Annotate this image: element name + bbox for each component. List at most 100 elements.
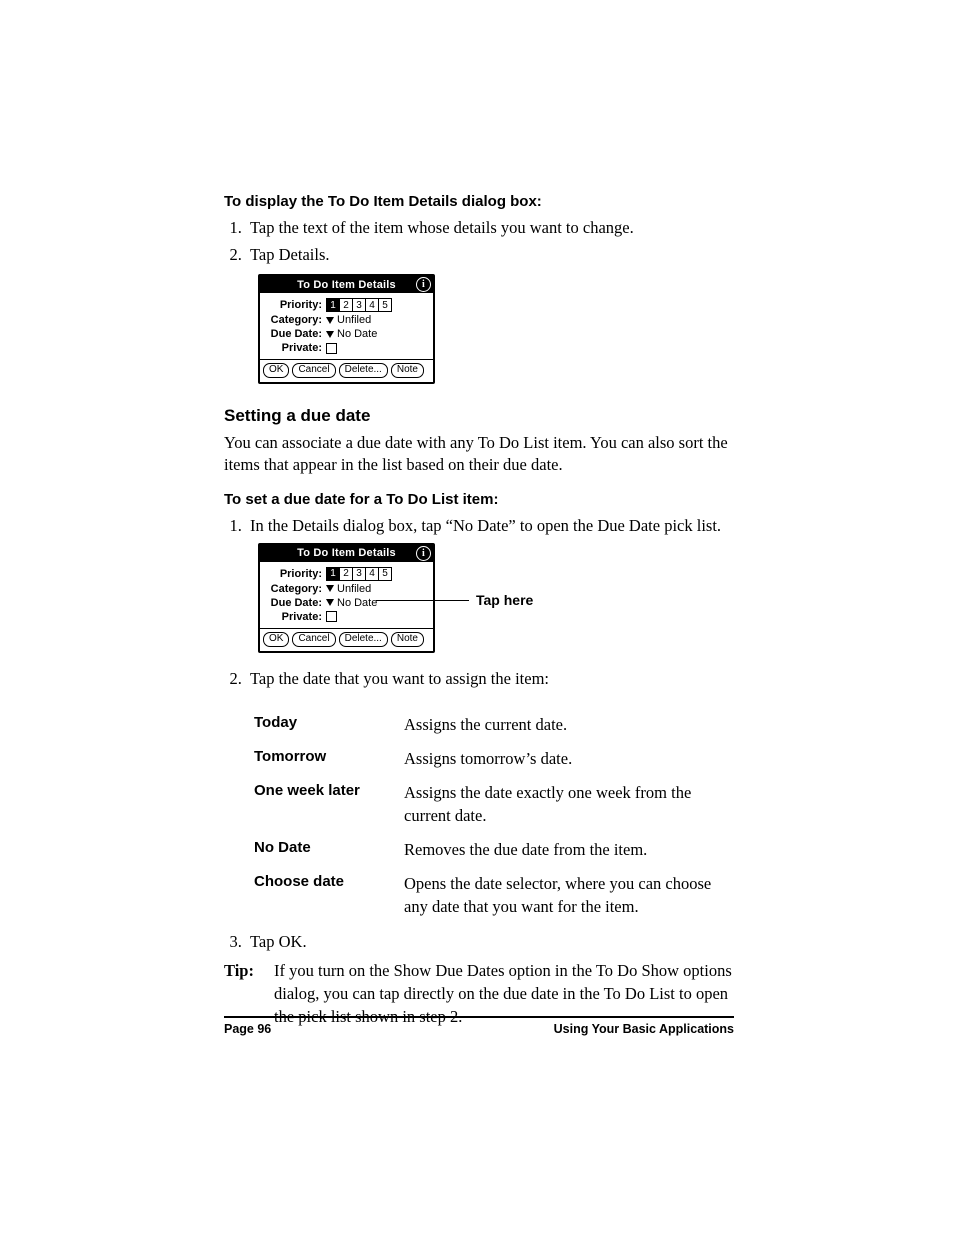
private-label: Private:	[264, 342, 326, 354]
date-options-table: Today Assigns the current date. Tomorrow…	[254, 708, 724, 924]
section-intro: You can associate a due date with any To…	[224, 432, 734, 477]
info-icon[interactable]: i	[416, 277, 431, 292]
steps-list-2-cont: Tap the date that you want to assign the…	[224, 667, 734, 690]
priority-option[interactable]: 5	[379, 299, 391, 311]
category-row: Category: Unfiled	[264, 313, 429, 327]
note-button[interactable]: Note	[391, 363, 424, 378]
due-date-value: No Date	[337, 328, 377, 340]
procedure-heading-2: To set a due date for a To Do List item:	[224, 491, 734, 508]
step-item: Tap the date that you want to assign the…	[246, 667, 734, 690]
table-row: Choose date Opens the date selector, whe…	[254, 867, 724, 924]
category-value: Unfiled	[337, 314, 371, 326]
dialog-figure-1: To Do Item Details i Priority: 1 2 3 4 5	[258, 274, 558, 384]
priority-selector[interactable]: 1 2 3 4 5	[326, 298, 392, 312]
dialog-buttons: OK Cancel Delete... Note	[260, 359, 433, 382]
delete-button[interactable]: Delete...	[339, 632, 388, 647]
table-row: Tomorrow Assigns tomorrow’s date.	[254, 742, 724, 776]
dialog-titlebar: To Do Item Details i	[260, 545, 433, 562]
due-date-label: Due Date:	[264, 597, 326, 609]
category-dropdown[interactable]: Unfiled	[326, 583, 371, 595]
priority-option[interactable]: 3	[353, 299, 366, 311]
category-label: Category:	[264, 583, 326, 595]
footer-chapter-title: Using Your Basic Applications	[554, 1022, 734, 1036]
section-heading: Setting a due date	[224, 406, 734, 426]
step-item: In the Details dialog box, tap “No Date”…	[246, 514, 734, 537]
dialog-buttons: OK Cancel Delete... Note	[260, 628, 433, 651]
dialog-title: To Do Item Details	[297, 547, 396, 559]
private-checkbox[interactable]	[326, 611, 337, 622]
priority-option[interactable]: 1	[327, 299, 340, 311]
step-item: Tap the text of the item whose details y…	[246, 216, 734, 239]
table-row: Today Assigns the current date.	[254, 708, 724, 742]
steps-list-2: In the Details dialog box, tap “No Date”…	[224, 514, 734, 537]
priority-option[interactable]: 4	[366, 299, 379, 311]
private-row: Private:	[264, 610, 429, 624]
option-desc: Assigns tomorrow’s date.	[404, 742, 724, 776]
due-date-label: Due Date:	[264, 328, 326, 340]
priority-option[interactable]: 4	[366, 568, 379, 580]
delete-button[interactable]: Delete...	[339, 363, 388, 378]
option-term: No Date	[254, 833, 404, 867]
priority-option[interactable]: 1	[327, 568, 340, 580]
priority-option[interactable]: 2	[340, 299, 353, 311]
step-item: Tap Details.	[246, 243, 734, 266]
ok-button[interactable]: OK	[263, 632, 289, 647]
priority-row: Priority: 1 2 3 4 5	[264, 297, 429, 313]
dialog-titlebar: To Do Item Details i	[260, 276, 433, 293]
option-desc: Assigns the date exactly one week from t…	[404, 776, 724, 833]
todo-details-dialog: To Do Item Details i Priority: 1 2 3 4 5	[258, 274, 435, 384]
private-label: Private:	[264, 611, 326, 623]
category-dropdown[interactable]: Unfiled	[326, 314, 371, 326]
cancel-button[interactable]: Cancel	[292, 363, 335, 378]
dropdown-icon	[326, 317, 334, 324]
priority-row: Priority: 1 2 3 4 5	[264, 566, 429, 582]
option-desc: Removes the due date from the item.	[404, 833, 724, 867]
dropdown-icon	[326, 599, 334, 606]
option-term: Choose date	[254, 867, 404, 924]
step-item: Tap OK.	[246, 930, 734, 953]
dropdown-icon	[326, 585, 334, 592]
category-value: Unfiled	[337, 583, 371, 595]
private-checkbox[interactable]	[326, 343, 337, 354]
option-desc: Assigns the current date.	[404, 708, 724, 742]
priority-label: Priority:	[264, 568, 326, 580]
due-date-value: No Date	[337, 597, 377, 609]
due-date-dropdown[interactable]: No Date	[326, 597, 377, 609]
category-label: Category:	[264, 314, 326, 326]
steps-list-1: Tap the text of the item whose details y…	[224, 216, 734, 266]
priority-option[interactable]: 5	[379, 568, 391, 580]
note-button[interactable]: Note	[391, 632, 424, 647]
callout-leader-line	[376, 600, 469, 601]
due-date-row: Due Date: No Date	[264, 327, 429, 341]
category-row: Category: Unfiled	[264, 582, 429, 596]
option-term: Today	[254, 708, 404, 742]
content-area: To display the To Do Item Details dialog…	[224, 193, 734, 1028]
dialog-figure-2: To Do Item Details i Priority: 1 2 3 4 5	[258, 543, 558, 653]
option-term: Tomorrow	[254, 742, 404, 776]
table-row: No Date Removes the due date from the it…	[254, 833, 724, 867]
todo-details-dialog: To Do Item Details i Priority: 1 2 3 4 5	[258, 543, 435, 653]
callout-label: Tap here	[476, 592, 533, 608]
procedure-heading-1: To display the To Do Item Details dialog…	[224, 193, 734, 210]
private-row: Private:	[264, 341, 429, 355]
dropdown-icon	[326, 331, 334, 338]
due-date-row: Due Date: No Date	[264, 596, 429, 610]
priority-option[interactable]: 2	[340, 568, 353, 580]
due-date-dropdown[interactable]: No Date	[326, 328, 377, 340]
footer-page-number: Page 96	[224, 1022, 271, 1036]
priority-label: Priority:	[264, 299, 326, 311]
option-term: One week later	[254, 776, 404, 833]
priority-option[interactable]: 3	[353, 568, 366, 580]
dialog-body: Priority: 1 2 3 4 5 Category: Unfiled	[260, 293, 433, 359]
cancel-button[interactable]: Cancel	[292, 632, 335, 647]
page-footer: Page 96 Using Your Basic Applications	[224, 1016, 734, 1036]
option-desc: Opens the date selector, where you can c…	[404, 867, 724, 924]
dialog-body: Priority: 1 2 3 4 5 Category: Unfiled	[260, 562, 433, 628]
document-page: To display the To Do Item Details dialog…	[0, 0, 954, 1235]
steps-list-2-cont2: Tap OK.	[224, 930, 734, 953]
dialog-title: To Do Item Details	[297, 279, 396, 291]
info-icon[interactable]: i	[416, 546, 431, 561]
ok-button[interactable]: OK	[263, 363, 289, 378]
priority-selector[interactable]: 1 2 3 4 5	[326, 567, 392, 581]
table-row: One week later Assigns the date exactly …	[254, 776, 724, 833]
